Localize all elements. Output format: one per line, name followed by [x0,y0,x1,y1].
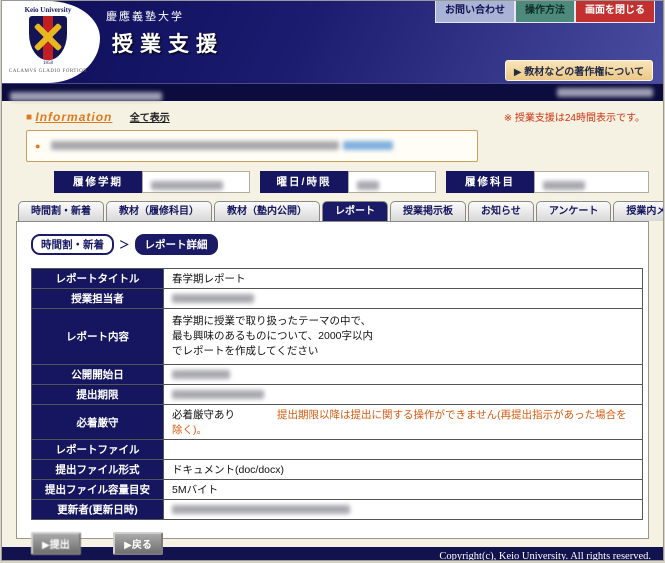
report-title-value: 春学期レポート [164,269,643,289]
file-format-value: ドキュメント(doc/docx) [164,460,643,480]
materials-copyright-button[interactable]: ▶ 教材などの著作権について [505,60,653,81]
arrow-right-icon: ▶ [124,540,132,551]
page: Keio University 1858 CALAMVS GLADIO FORT… [1,0,664,561]
notice-text-redacted [51,141,339,150]
deadline-warning-note: 提出期限以降は提出に関する操作ができません(再提出指示があった場合を除く)。 [172,409,627,436]
app-title: 授業支援 [112,28,224,58]
row-label: 提出期限 [32,385,164,405]
filter-value-course [534,171,649,193]
arrow-right-icon: ▶ [42,540,50,551]
table-row: 提出期限 [32,385,643,405]
submission-deadline-redacted [164,385,643,405]
copyright-text: Copyright(c), Keio University. All right… [439,551,651,561]
tab-bar: 時間割・新着 教材（履修科目） 教材（塾内公開） レポート 授業掲示板 お知らせ… [18,201,663,221]
show-all-link[interactable]: 全て表示 [130,113,170,124]
course-filter-bar: 履修学期 曜日/時限 履修科目 [54,171,649,193]
tab-report[interactable]: レポート [322,201,388,221]
tab-materials-public[interactable]: 教材（塾内公開） [214,201,320,221]
keio-logo: Keio University 1858 CALAMVS GLADIO FORT… [2,1,100,83]
breadcrumb: 時間割・新着 ＞ レポート詳細 [31,234,634,255]
tab-class-board[interactable]: 授業掲示板 [390,201,466,221]
filter-label-course: 履修科目 [446,171,534,193]
status-bar [2,83,663,101]
arrow-right-icon: ▶ [514,67,522,78]
keio-crest-icon [29,16,67,60]
logo-motto: CALAMVS GLADIO FORTIOR [4,69,92,74]
filter-label-semester: 履修学期 [54,171,142,193]
strict-deadline-value: 必着厳守あり提出期限以降は提出に関する操作ができません(再提出指示があった場合を… [164,405,643,440]
filter-value-semester [142,171,250,193]
report-file-value [164,440,643,460]
bullet-icon: ● [35,141,40,151]
breadcrumb-timetable-button[interactable]: 時間割・新着 [31,234,114,255]
information-box: ● [26,130,478,162]
tab-class-messages[interactable]: 授業内メッセージ [613,201,664,221]
row-label: レポートファイル [32,440,164,460]
row-label: 授業担当者 [32,289,164,309]
row-label: 提出ファイル形式 [32,460,164,480]
row-label: 提出ファイル容量目安 [32,480,164,500]
user-id-name-redacted [10,92,162,101]
materials-copyright-label: 教材などの著作権について [524,67,644,78]
close-screen-button[interactable]: 画面を閉じる [575,1,655,23]
tab-announcements[interactable]: お知らせ [468,201,534,221]
breadcrumb-current-report-detail: レポート詳細 [135,234,218,255]
tab-materials-registered[interactable]: 教材（履修科目） [106,201,212,221]
table-row: レポートタイトル 春学期レポート [32,269,643,289]
row-label: レポート内容 [32,309,164,365]
report-detail-table: レポートタイトル 春学期レポート 授業担当者 レポート内容 春学期に授業で取り扱… [31,268,643,520]
header: Keio University 1858 CALAMVS GLADIO FORT… [2,1,663,83]
file-size-limit-value: 5Mバイト [164,480,643,500]
header-buttons: お問い合わせ 操作方法 画面を閉じる [435,1,655,23]
tab-survey[interactable]: アンケート [536,201,612,221]
table-row: 必着厳守 必着厳守あり提出期限以降は提出に関する操作ができません(再提出指示があ… [32,405,643,440]
filter-value-day-period [348,171,436,193]
updated-by-redacted [164,500,643,520]
24h-availability-notice: ※ 授業支援は24時間表示です。 [504,109,645,124]
row-label: 必着厳守 [32,405,164,440]
notice-link-redacted[interactable] [343,141,393,150]
table-row: 公開開始日 [32,365,643,385]
info-square-icon: ■ [26,112,32,123]
information-title: Information [35,110,112,124]
submit-button[interactable]: ▶提出 [31,532,81,555]
publish-start-date-redacted [164,365,643,385]
row-label: 公開開始日 [32,365,164,385]
table-row: 更新者(更新日時) [32,500,643,520]
table-row: 提出ファイル容量目安 5Mバイト [32,480,643,500]
back-button[interactable]: ▶戻る [113,532,163,555]
instructor-value-redacted [164,289,643,309]
logo-year: 1858 [8,61,88,66]
filter-label-day-period: 曜日/時限 [260,171,348,193]
logo-university-name: Keio University [8,6,88,14]
table-row: 提出ファイル形式 ドキュメント(doc/docx) [32,460,643,480]
table-row: レポート内容 春学期に授業で取り扱ったテーマの中で、 最も興味のあるものについて… [32,309,643,365]
row-label: レポートタイトル [32,269,164,289]
how-to-use-button[interactable]: 操作方法 [515,1,575,23]
content-panel: 時間割・新着 ＞ レポート詳細 レポートタイトル 春学期レポート 授業担当者 レ… [16,221,649,539]
breadcrumb-separator: ＞ [119,237,130,252]
row-label: 更新者(更新日時) [32,500,164,520]
table-row: 授業担当者 [32,289,643,309]
current-datetime-redacted [557,88,653,97]
university-name-jp: 慶應義塾大学 [106,8,184,24]
table-row: レポートファイル [32,440,643,460]
report-content-value: 春学期に授業で取り扱ったテーマの中で、 最も興味のあるものについて、2000字以… [164,309,643,365]
contact-button[interactable]: お問い合わせ [435,1,515,23]
information-section: ■ Information 全て表示 ※ 授業支援は24時間表示です。 ● [2,101,663,162]
tab-timetable-new[interactable]: 時間割・新着 [18,201,104,221]
